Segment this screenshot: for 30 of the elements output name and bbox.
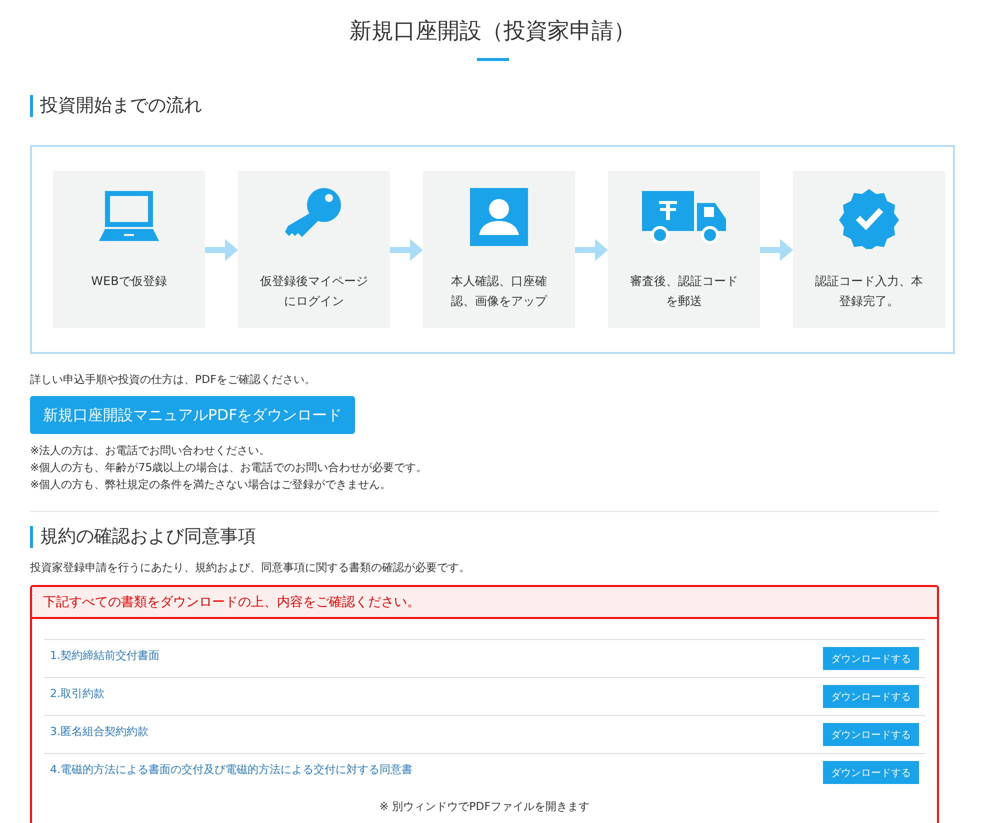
step-label: 認証コード入力、本登録完了。: [815, 273, 923, 310]
section-heading: 投資開始までの流れ: [30, 95, 955, 117]
arrow-icon: [760, 238, 793, 260]
note-text: ※個人の方も、年齢が75歳以上の場合は、お電話でのお問い合わせが必要です。: [30, 460, 428, 476]
download-button[interactable]: ダウンロードする: [823, 647, 919, 670]
step-label: WEBで仮登録: [90, 273, 168, 290]
step-label: 審査後、認証コードを郵送: [630, 273, 738, 310]
section-heading: 規約の確認および同意事項: [30, 526, 955, 548]
arrow-icon: [390, 238, 423, 260]
document-link[interactable]: 3.匿名組合契約約款: [50, 724, 148, 739]
download-button[interactable]: ダウンロードする: [823, 761, 919, 784]
page-title: 新規口座開設（投資家申請）: [350, 18, 636, 46]
pdf-note: 詳しい申込手順や投資の仕方は、PDFをご確認ください。: [30, 372, 316, 387]
download-button[interactable]: ダウンロードする: [823, 723, 919, 746]
step-label: 本人確認、口座確認、画像をアップ: [450, 273, 548, 310]
document-link[interactable]: 2.取引約款: [50, 686, 104, 701]
arrow-icon: [205, 238, 238, 260]
download-button[interactable]: ダウンロードする: [823, 685, 919, 708]
document-link[interactable]: 4.電磁的方法による書面の交付及び電磁的方法による交付に対する同意書: [50, 762, 412, 777]
intro-text: 投資家登録申請を行うにあたり、規約および、同意事項に関する書類の確認が必要です。: [30, 560, 471, 575]
footnote-text: ※ 別ウィンドウでPDFファイルを開きます: [378, 799, 591, 814]
title-underline: [476, 58, 508, 61]
arrow-icon: [575, 238, 608, 260]
download-button[interactable]: 新規口座開設マニュアルPDFをダウンロード: [30, 396, 356, 434]
step-label: 仮登録後マイページにログイン: [260, 273, 368, 310]
document-link[interactable]: 1.契約締結前交付書面: [50, 648, 160, 663]
person-icon: [467, 185, 531, 249]
note-text: ※個人の方も、弊社規定の条件を満たさない場合はご登録ができません。: [30, 477, 392, 493]
note-text: ※法人の方は、お電話でお問い合わせください。: [30, 443, 272, 459]
alert-message: 下記すべての書類をダウンロードの上、内容をご確認ください。: [32, 587, 937, 619]
